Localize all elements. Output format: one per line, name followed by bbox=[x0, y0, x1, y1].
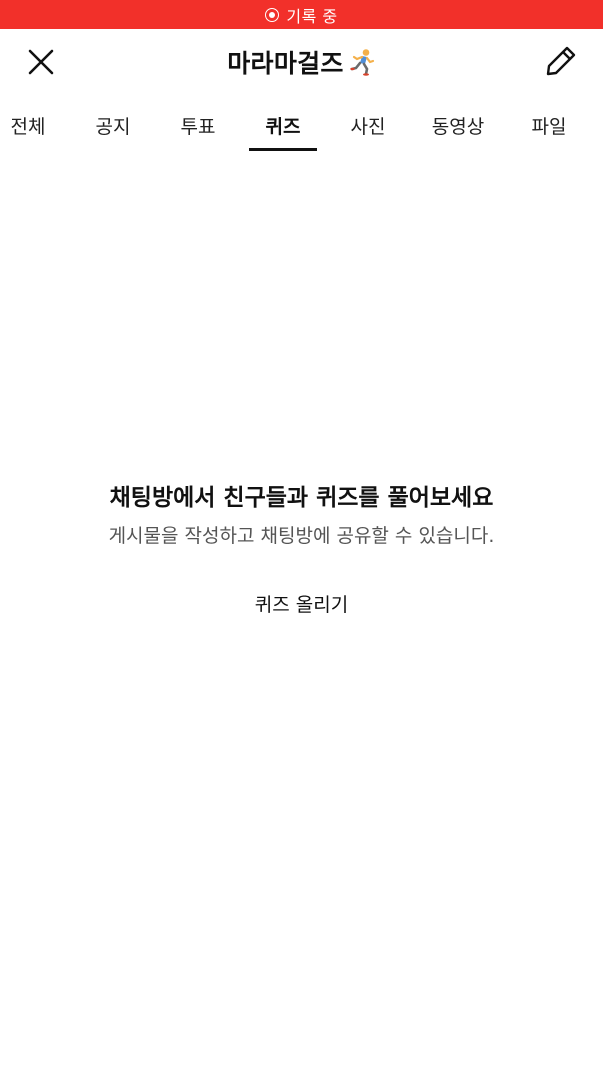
empty-state-title: 채팅방에서 친구들과 퀴즈를 풀어보세요 bbox=[109, 485, 494, 511]
tab-all[interactable]: 전체 bbox=[0, 95, 56, 153]
running-person-icon bbox=[350, 49, 374, 76]
edit-button[interactable] bbox=[543, 43, 579, 79]
tab-photos[interactable]: 사진 bbox=[334, 95, 402, 153]
recording-status-bar[interactable]: 기록 중 bbox=[0, 0, 603, 29]
tab-notice[interactable]: 공지 bbox=[79, 95, 147, 153]
tab-videos[interactable]: 동영상 bbox=[420, 95, 496, 153]
app-screen: 기록 중 마라마걸즈 전체 공지 투표 퀴즈 사진 동영상 파일 채팅방에서 친… bbox=[0, 0, 603, 1079]
close-icon bbox=[28, 49, 54, 75]
chatroom-header: 마라마걸즈 bbox=[0, 29, 603, 95]
record-icon bbox=[265, 7, 280, 22]
chatroom-title: 마라마걸즈 bbox=[227, 49, 344, 78]
upload-quiz-button[interactable]: 퀴즈 올리기 bbox=[255, 591, 348, 619]
close-button[interactable] bbox=[24, 45, 58, 79]
category-tabs: 전체 공지 투표 퀴즈 사진 동영상 파일 bbox=[0, 95, 603, 153]
tab-poll[interactable]: 투표 bbox=[164, 95, 232, 153]
empty-state: 채팅방에서 친구들과 퀴즈를 풀어보세요 게시물을 작성하고 채팅방에 공유할 … bbox=[0, 478, 603, 619]
empty-state-subtitle: 게시물을 작성하고 채팅방에 공유할 수 있습니다. bbox=[108, 525, 495, 547]
tab-files[interactable]: 파일 bbox=[515, 95, 583, 153]
title-area: 마라마걸즈 bbox=[100, 29, 503, 95]
pencil-icon bbox=[546, 46, 576, 76]
tab-quiz[interactable]: 퀴즈 bbox=[249, 95, 317, 153]
active-tab-indicator bbox=[249, 148, 317, 151]
recording-label: 기록 중 bbox=[286, 6, 338, 26]
